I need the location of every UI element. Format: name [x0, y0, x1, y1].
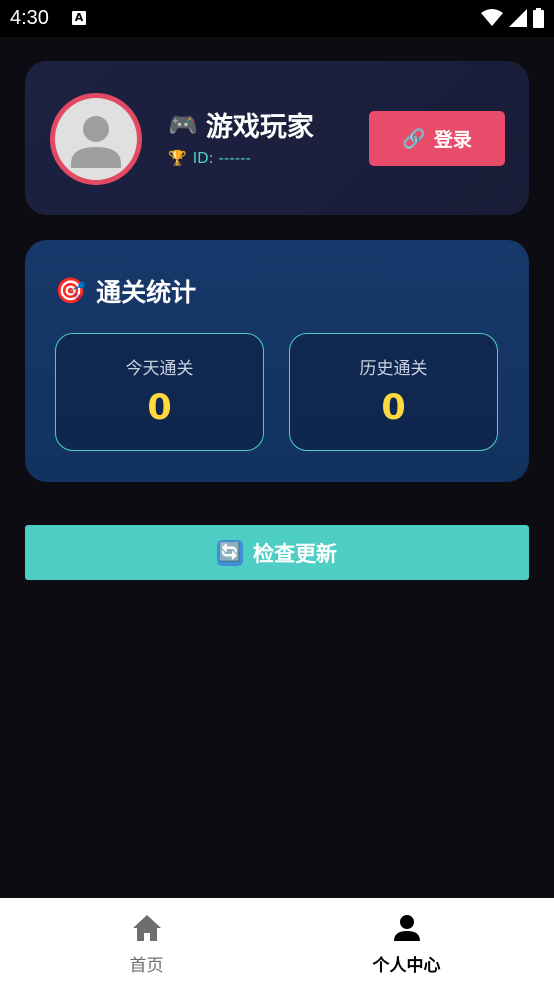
home-icon [132, 915, 161, 941]
player-name: 🎮 游戏玩家 [168, 105, 314, 144]
trophy-icon: 🏆 [168, 149, 187, 167]
player-name-text: 游戏玩家 [205, 112, 314, 143]
gamepad-icon: 🎮 [168, 110, 198, 139]
status-time: 4:30 [10, 7, 49, 29]
check-update-button[interactable]: 🔄 检查更新 [25, 525, 529, 580]
link-icon: 🔗 [402, 128, 426, 150]
target-icon: 🎯 [55, 276, 87, 305]
player-id-text: ID: ------ [192, 149, 251, 167]
wifi-icon [481, 9, 503, 26]
stats-title: 🎯 通关统计 [55, 273, 196, 309]
stats-card: 🎯 通关统计 今天通关 0 历史通关 0 [25, 240, 529, 482]
player-id: 🏆 ID: ------ [168, 149, 251, 167]
stat-history: 历史通关 0 [289, 333, 498, 451]
stat-today-label: 今天通关 [125, 359, 194, 379]
stat-today: 今天通关 0 [55, 333, 264, 451]
stat-history-label: 历史通关 [359, 359, 428, 379]
default-user-icon [71, 116, 121, 168]
nav-profile-label: 个人中心 [372, 956, 441, 976]
stat-history-value: 0 [381, 388, 406, 428]
bottom-nav: 首页 个人中心 [0, 898, 554, 984]
login-button[interactable]: 🔗 登录 [369, 111, 505, 166]
nav-home-label: 首页 [129, 956, 164, 976]
stat-today-value: 0 [147, 388, 172, 428]
person-icon [393, 915, 420, 941]
profile-card: 🎮 游戏玩家 🏆 ID: ------ 🔗 登录 [25, 61, 529, 215]
stats-title-text: 通关统计 [96, 278, 197, 307]
status-bar: 4:30 A [0, 0, 554, 37]
notification-a-icon: A [72, 11, 86, 25]
refresh-icon: 🔄 [217, 539, 243, 566]
check-update-label: 检查更新 [253, 541, 337, 566]
login-button-label: 登录 [433, 129, 472, 151]
status-indicators [481, 8, 544, 28]
nav-profile[interactable]: 个人中心 [268, 898, 545, 984]
signal-icon [509, 9, 527, 27]
avatar[interactable] [50, 93, 142, 185]
battery-icon [533, 8, 544, 28]
nav-home[interactable]: 首页 [8, 898, 285, 984]
